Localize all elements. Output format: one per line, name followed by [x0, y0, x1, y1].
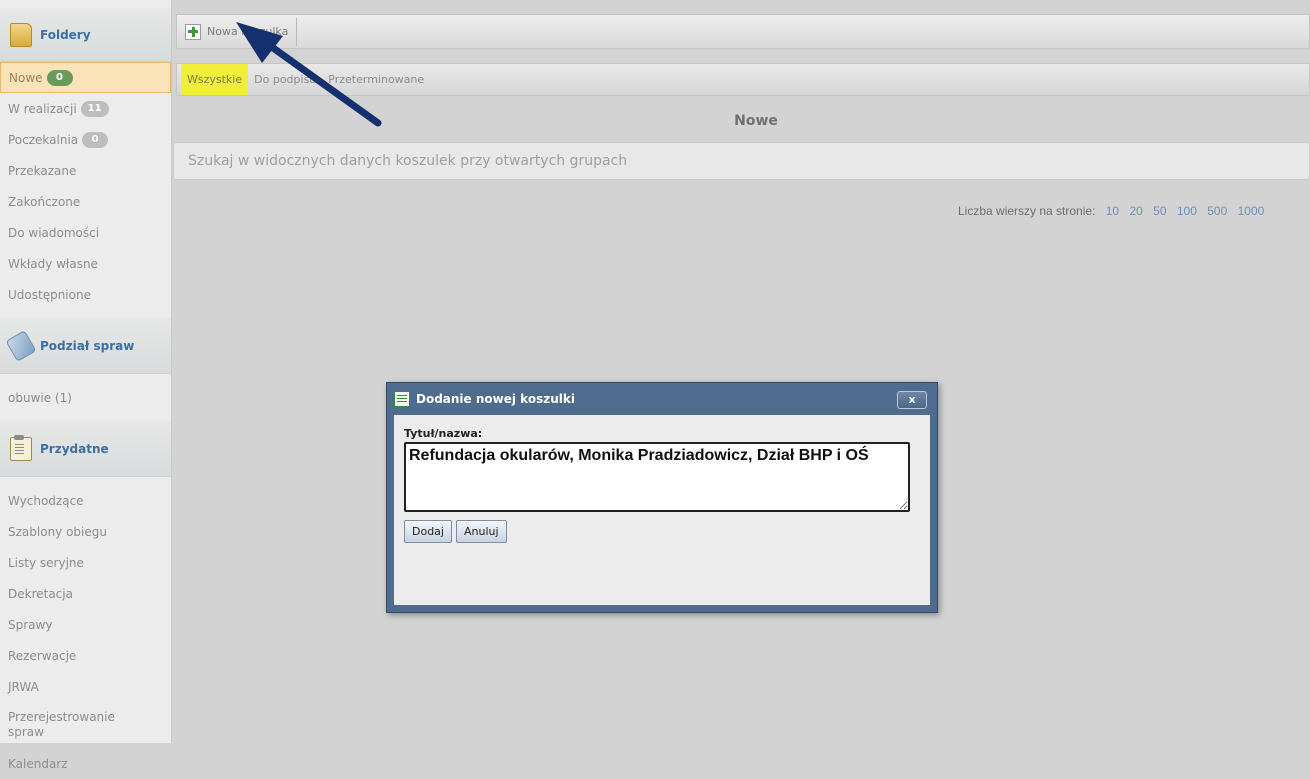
sidebar-item-przekazane[interactable]: Przekazane: [0, 155, 171, 186]
sidebar-item-przerejestrowanie-spraw[interactable]: Przerejestrowanie spraw: [0, 702, 171, 748]
form-icon: [394, 391, 410, 407]
dialog-body: Tytuł/nazwa: Refundacja okularów, Monika…: [394, 415, 930, 605]
dialog-close-button[interactable]: x: [897, 391, 927, 409]
sidebar-item-poczekalnia[interactable]: Poczekalnia 0: [0, 124, 171, 155]
sidebar-item-label: Nowe: [9, 70, 43, 85]
clipboard-icon: [10, 434, 32, 461]
rows-option-20[interactable]: 20: [1129, 204, 1142, 218]
sidebar-item-udostepnione[interactable]: Udostępnione: [0, 279, 171, 310]
sidebar-item-do-wiadomosci[interactable]: Do wiadomości: [0, 217, 171, 248]
useful-header-label: Przydatne: [40, 441, 109, 456]
filter-tab-all[interactable]: Wszystkie: [181, 64, 249, 95]
rows-option-1000[interactable]: 1000: [1238, 204, 1265, 218]
filter-tab-overdue[interactable]: Przeterminowane: [322, 64, 430, 95]
sidebar-item-jrwa[interactable]: JRWA: [0, 671, 171, 702]
sidebar: Foldery Nowe 0 W realizacji 11 Poczekaln…: [0, 0, 172, 771]
sidebar-item-kalendarz[interactable]: Kalendarz: [0, 748, 171, 779]
sidebar-item-label: Rezerwacje: [8, 648, 77, 663]
sidebar-item-label: Listy seryjne: [8, 555, 84, 570]
new-folder-button[interactable]: Nowa koszulka: [183, 17, 298, 46]
sidebar-item-label: W realizacji: [8, 101, 77, 116]
sidebar-item-label: Sprawy: [8, 617, 53, 632]
section-title: Nowe: [734, 113, 778, 129]
sidebar-item-label: Do wiadomości: [8, 225, 100, 240]
sidebar-item-label: Poczekalnia: [8, 132, 79, 147]
sidebar-item-label: Przerejestrowanie spraw: [8, 710, 115, 739]
rows-per-page-label: Liczba wierszy na stronie:: [958, 204, 1096, 218]
sidebar-item-w-realizacji[interactable]: W realizacji 11: [0, 93, 171, 124]
sidebar-item-label: Kalendarz: [8, 756, 68, 771]
count-badge: 11: [80, 100, 109, 117]
add-icon: [185, 23, 201, 40]
sidebar-item-obuwie[interactable]: obuwie (1): [0, 382, 171, 413]
new-folder-label: Nowa koszulka: [207, 25, 289, 38]
filter-tab-to-sign[interactable]: Do podpisu: [248, 64, 322, 95]
sidebar-item-listy-seryjne[interactable]: Listy seryjne: [0, 547, 171, 578]
toolbar: Nowa koszulka: [176, 14, 1310, 49]
sidebar-item-label: Szablony obiegu: [8, 524, 107, 539]
sidebar-item-rezerwacje[interactable]: Rezerwacje: [0, 640, 171, 671]
sidebar-item-zakonczone[interactable]: Zakończone: [0, 186, 171, 217]
sidebar-item-label: JRWA: [8, 679, 39, 694]
count-badge: 0: [82, 131, 109, 148]
rows-per-page: Liczba wierszy na stronie: 10 20 50 100 …: [958, 204, 1310, 222]
useful-header[interactable]: Przydatne: [0, 421, 171, 477]
folders-header-label: Foldery: [40, 27, 91, 42]
rows-option-500[interactable]: 500: [1207, 204, 1227, 218]
add-button[interactable]: Dodaj: [404, 520, 452, 543]
folders-header[interactable]: Foldery: [0, 8, 171, 62]
sidebar-item-szablony-obiegu[interactable]: Szablony obiegu: [0, 516, 171, 547]
folder-icon: [10, 22, 32, 47]
count-badge: 0: [46, 69, 73, 86]
sidebar-item-dekretacja[interactable]: Dekretacja: [0, 578, 171, 609]
dialog-title: Dodanie nowej koszulki: [416, 392, 575, 406]
rows-option-10[interactable]: 10: [1106, 204, 1119, 218]
new-folder-dialog: Dodanie nowej koszulki x Tytuł/nazwa: Re…: [386, 382, 938, 613]
search-input[interactable]: Szukaj w widocznych danych koszulek przy…: [173, 142, 1310, 180]
rows-option-100[interactable]: 100: [1177, 204, 1197, 218]
sidebar-item-nowe[interactable]: Nowe 0: [0, 62, 171, 93]
cancel-button[interactable]: Anuluj: [455, 520, 507, 543]
dialog-titlebar[interactable]: Dodanie nowej koszulki: [394, 383, 930, 415]
filter-bar: Wszystkie Do podpisu Przeterminowane: [176, 63, 1310, 96]
rows-option-50[interactable]: 50: [1153, 204, 1166, 218]
title-field-label: Tytuł/nazwa:: [404, 427, 483, 440]
sidebar-item-label: Zakończone: [8, 194, 81, 209]
sidebar-item-label: Wkłady własne: [8, 256, 98, 271]
sidebar-item-wklady-wlasne[interactable]: Wkłady własne: [0, 248, 171, 279]
sidebar-item-label: Dekretacja: [8, 586, 73, 601]
sidebar-item-sprawy[interactable]: Sprawy: [0, 609, 171, 640]
division-header[interactable]: Podział spraw: [0, 318, 171, 374]
title-field[interactable]: Refundacja okularów, Monika Pradziadowic…: [404, 442, 910, 512]
sidebar-item-label: obuwie (1): [8, 390, 72, 405]
sidebar-item-label: Wychodzące: [8, 493, 84, 508]
sidebar-item-label: Przekazane: [8, 163, 77, 178]
sidebar-item-wychodzace[interactable]: Wychodzące: [0, 485, 171, 516]
tag-icon: [5, 329, 37, 362]
division-header-label: Podział spraw: [40, 338, 135, 353]
sidebar-item-label: Udostępnione: [8, 287, 91, 302]
